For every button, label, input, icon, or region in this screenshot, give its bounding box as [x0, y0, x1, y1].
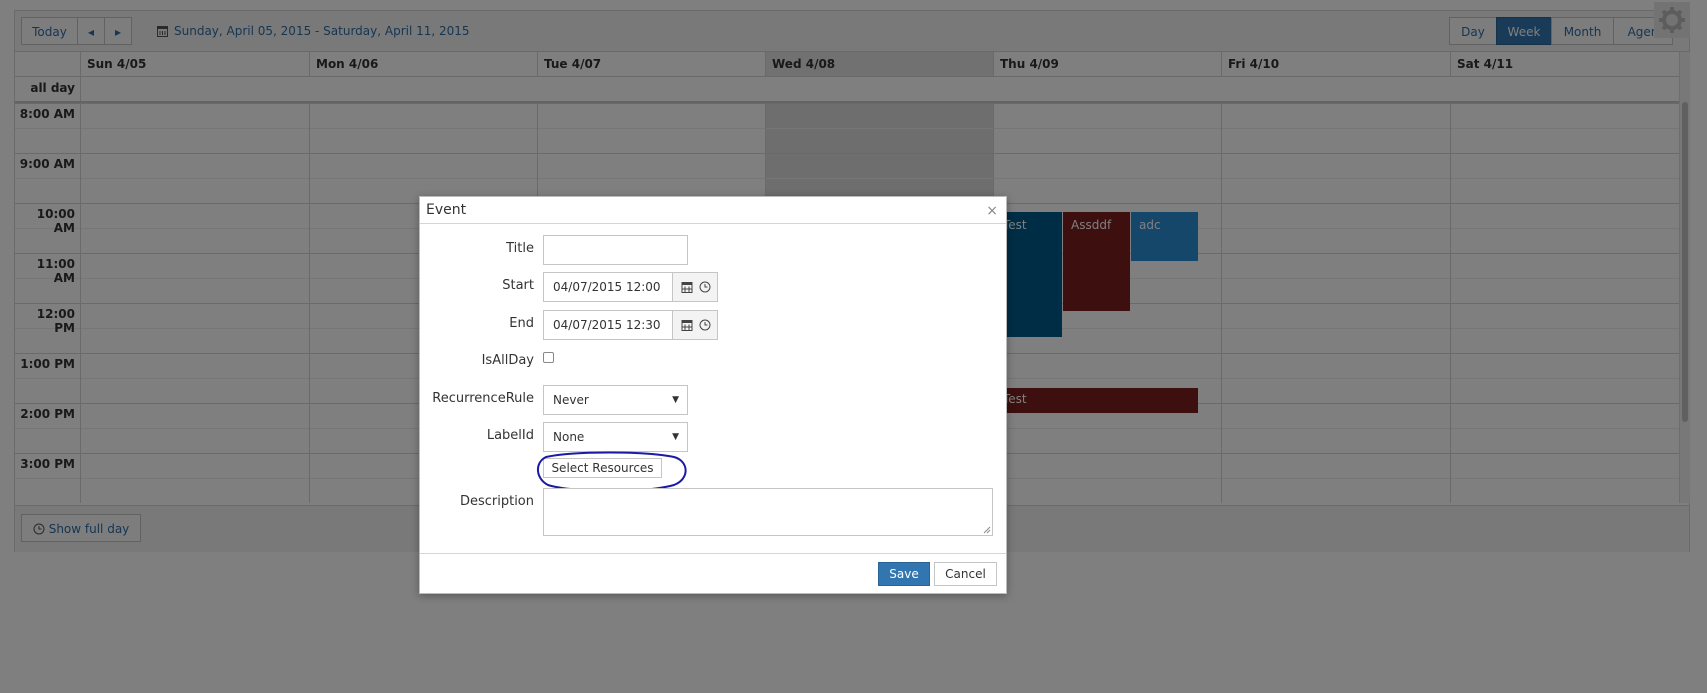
- resize-handle-icon[interactable]: [983, 526, 991, 534]
- save-button[interactable]: Save: [878, 562, 930, 586]
- isallday-checkbox[interactable]: [543, 352, 554, 363]
- end-datetime-input[interactable]: 04/07/2015 12:30: [543, 310, 673, 340]
- start-picker-buttons[interactable]: [672, 272, 718, 302]
- isallday-label: IsAllDay: [481, 353, 534, 368]
- dialog-titlebar: Event ×: [420, 197, 1006, 224]
- start-datetime-input[interactable]: 04/07/2015 12:00: [543, 272, 673, 302]
- event-dialog: Event × Title Start 04/07/2015 12:00 End…: [419, 196, 1007, 594]
- end-picker-buttons[interactable]: [672, 310, 718, 340]
- calendar-icon[interactable]: [681, 319, 693, 331]
- dropdown-arrow-icon: ▼: [672, 395, 679, 405]
- cancel-button[interactable]: Cancel: [934, 562, 997, 586]
- labelid-select[interactable]: None ▼: [543, 422, 688, 452]
- dialog-footer-divider: [420, 553, 1006, 554]
- recurrence-value: Never: [553, 393, 589, 407]
- start-label: Start: [502, 278, 534, 293]
- labelid-value: None: [553, 430, 585, 444]
- recurrence-select[interactable]: Never ▼: [543, 385, 688, 415]
- description-label: Description: [459, 494, 534, 509]
- labelid-label: LabelId: [486, 428, 534, 443]
- dropdown-arrow-icon: ▼: [672, 432, 679, 442]
- dialog-title: Event: [426, 202, 467, 218]
- description-textarea[interactable]: [543, 488, 993, 536]
- clock-icon[interactable]: [699, 281, 711, 293]
- end-label: End: [509, 316, 534, 331]
- title-input[interactable]: [543, 235, 688, 265]
- clock-icon[interactable]: [699, 319, 711, 331]
- calendar-icon[interactable]: [681, 281, 693, 293]
- close-icon[interactable]: ×: [986, 203, 998, 219]
- title-label: Title: [506, 241, 534, 256]
- recurrence-label: RecurrenceRule: [432, 391, 534, 406]
